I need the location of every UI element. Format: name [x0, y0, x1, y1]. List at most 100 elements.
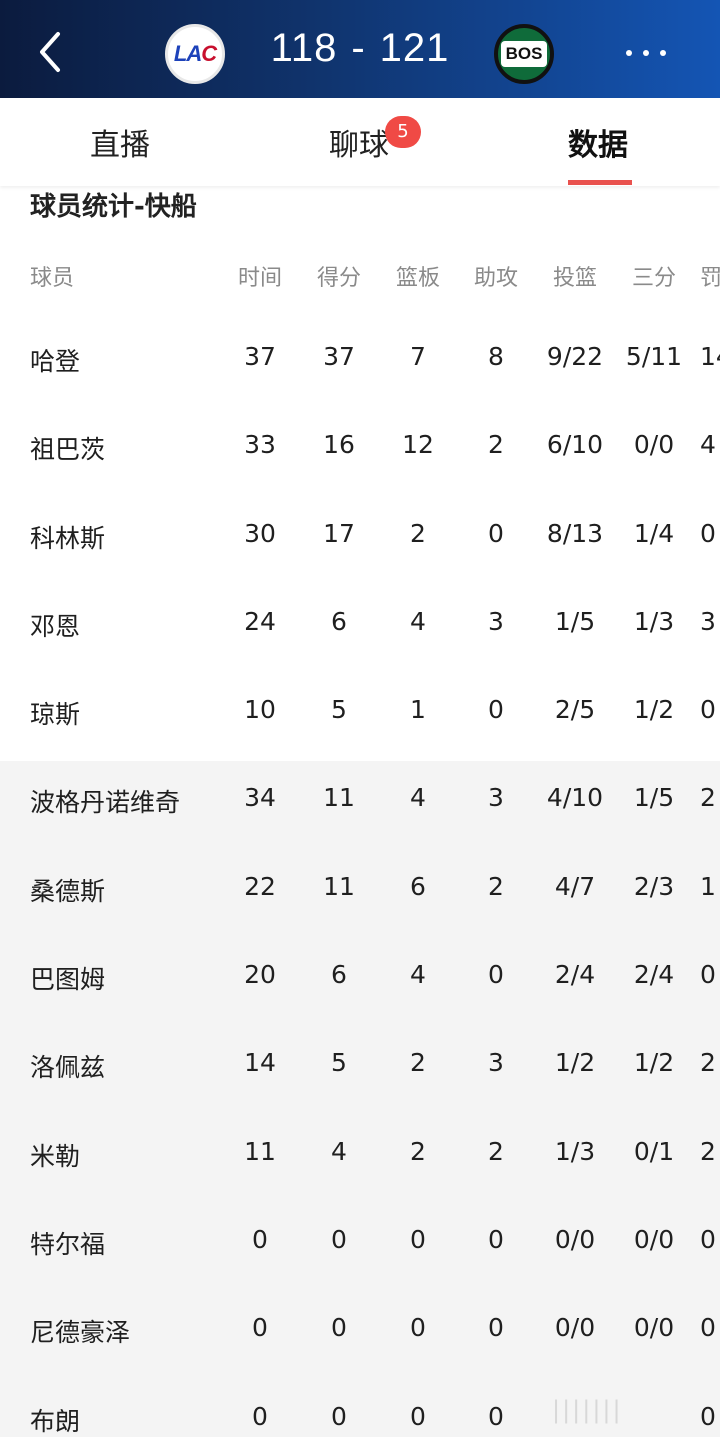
player-name[interactable]: 尼德豪泽: [30, 1313, 130, 1349]
cell-rebounds: 0: [410, 1224, 426, 1254]
cell-assists: 2: [488, 871, 504, 901]
table-row[interactable]: 洛佩兹 14 5 2 3 1/2 1/2 2: [0, 1026, 720, 1115]
cell-minutes: 0: [252, 1401, 268, 1431]
cell-points: 17: [323, 518, 355, 548]
cell-assists: 0: [488, 1224, 504, 1254]
cell-minutes: 24: [244, 606, 276, 636]
column-header-assists[interactable]: 助攻: [456, 260, 536, 292]
cell-free-throws: 0: [700, 695, 716, 725]
cell-points: 0: [331, 1313, 347, 1343]
cell-free-throws: 3: [700, 606, 716, 636]
cell-assists: 0: [488, 960, 504, 990]
table-row[interactable]: 尼德豪泽 0 0 0 0 0/0 0/0 0: [0, 1291, 720, 1380]
cell-free-throws: 2: [700, 783, 716, 813]
back-button[interactable]: [30, 24, 74, 80]
cell-rebounds: 4: [410, 606, 426, 636]
cell-three-pointers: 0/0: [633, 1313, 675, 1343]
table-row[interactable]: 波格丹诺维奇 34 11 4 3 4/10 1/5 2: [0, 761, 720, 850]
table-row[interactable]: 科林斯 30 17 2 0 8/13 1/4 0: [0, 496, 720, 585]
cell-field-goals: 2/5: [554, 695, 596, 725]
cell-free-throws: 0: [700, 960, 716, 990]
player-name[interactable]: 洛佩兹: [30, 1048, 105, 1084]
player-name[interactable]: 巴图姆: [30, 960, 105, 996]
player-name[interactable]: 科林斯: [30, 519, 105, 555]
cell-free-throws: 14: [700, 342, 720, 371]
table-row[interactable]: 米勒 11 4 2 2 1/3 0/1 2: [0, 1114, 720, 1203]
player-name[interactable]: 桑德斯: [30, 872, 105, 908]
cell-assists: 2: [488, 1136, 504, 1166]
cell-three-pointers: 0/0: [633, 430, 675, 460]
player-name[interactable]: 邓恩: [30, 607, 80, 643]
cell-rebounds: 12: [402, 430, 434, 460]
cell-rebounds: 2: [410, 1048, 426, 1078]
cell-points: 0: [331, 1401, 347, 1431]
player-name[interactable]: 布朗: [30, 1402, 80, 1437]
table-row[interactable]: 巴图姆 20 6 4 0 2/4 2/4 0: [0, 938, 720, 1027]
cell-three-pointers: 2/4: [633, 960, 675, 990]
cell-free-throws: 2: [700, 1048, 716, 1078]
cell-rebounds: 2: [410, 1136, 426, 1166]
home-team-abbr-part: LA: [173, 41, 202, 66]
player-name[interactable]: 米勒: [30, 1137, 80, 1173]
cell-three-pointers: 5/11: [625, 342, 683, 371]
player-name[interactable]: 哈登: [30, 342, 80, 378]
tab-data[interactable]: 数据: [568, 120, 628, 164]
more-button[interactable]: [620, 36, 672, 70]
column-header-free-throws[interactable]: 罚: [700, 260, 720, 292]
player-name[interactable]: 祖巴茨: [30, 430, 105, 466]
home-team-logo[interactable]: LAC: [165, 24, 225, 84]
player-name[interactable]: 波格丹诺维奇: [30, 783, 180, 819]
cell-field-goals: 0/0: [554, 1224, 596, 1254]
cell-rebounds: 4: [410, 783, 426, 813]
cell-assists: 0: [488, 1313, 504, 1343]
active-tab-indicator: [568, 180, 632, 185]
away-score: 121: [379, 26, 450, 70]
more-dot: [626, 50, 632, 56]
cell-points: 37: [323, 342, 355, 371]
cell-field-goals: 1/5: [554, 606, 596, 636]
cell-free-throws: 1: [700, 871, 716, 901]
cell-three-pointers: 1/3: [633, 606, 675, 636]
away-team-logo[interactable]: BOS: [494, 24, 554, 84]
cell-field-goals: 4/7: [554, 871, 596, 901]
cell-field-goals: 8/13: [546, 518, 604, 548]
game-header: LAC 118-121 BOS: [0, 0, 720, 98]
column-header-three-pointers[interactable]: 三分: [614, 260, 694, 292]
column-header-minutes[interactable]: 时间: [220, 260, 300, 292]
cell-assists: 0: [488, 518, 504, 548]
column-header-rebounds[interactable]: 篮板: [378, 260, 458, 292]
table-row[interactable]: 哈登 37 37 7 8 9/22 5/11 14: [0, 320, 720, 409]
cell-field-goals: 6/10: [546, 430, 604, 460]
column-header-points[interactable]: 得分: [299, 260, 379, 292]
cell-three-pointers: 1/4: [633, 518, 675, 548]
cell-assists: 8: [488, 342, 504, 371]
cell-assists: 2: [488, 430, 504, 460]
table-row[interactable]: 特尔福 0 0 0 0 0/0 0/0 0: [0, 1202, 720, 1292]
cell-minutes: 34: [244, 783, 276, 813]
tab-live[interactable]: 直播: [90, 120, 150, 164]
cell-three-pointers: 1/5: [633, 783, 675, 813]
table-row[interactable]: 桑德斯 22 11 6 2 4/7 2/3 1: [0, 849, 720, 939]
cell-assists: 0: [488, 695, 504, 725]
column-header-field-goals[interactable]: 投篮: [535, 260, 615, 292]
scoreboard: 118-121: [250, 26, 470, 71]
cell-three-pointers: 1/2: [633, 1048, 675, 1078]
table-row[interactable]: 琼斯 10 5 1 0 2/5 1/2 0: [0, 673, 720, 762]
player-name[interactable]: 特尔福: [30, 1225, 105, 1261]
cell-points: 6: [331, 606, 347, 636]
cell-field-goals: 4/10: [546, 783, 604, 813]
away-team-abbr: BOS: [505, 44, 543, 63]
cell-minutes: 30: [244, 518, 276, 548]
cell-free-throws: 0: [700, 518, 716, 548]
table-row[interactable]: 祖巴茨 33 16 12 2 6/10 0/0 4: [0, 408, 720, 497]
cell-field-goals: 1/3: [554, 1136, 596, 1166]
cell-three-pointers: 0/1: [633, 1136, 675, 1166]
cell-three-pointers: 0/0: [633, 1224, 675, 1254]
player-name[interactable]: 琼斯: [30, 695, 80, 731]
cell-minutes: 11: [244, 1136, 276, 1166]
tab-chat[interactable]: 聊球: [329, 120, 389, 164]
table-row[interactable]: 邓恩 24 6 4 3 1/5 1/3 3: [0, 584, 720, 674]
cell-points: 11: [323, 783, 355, 813]
cell-three-pointers: 1/2: [633, 695, 675, 725]
cell-free-throws: 0: [700, 1313, 716, 1343]
